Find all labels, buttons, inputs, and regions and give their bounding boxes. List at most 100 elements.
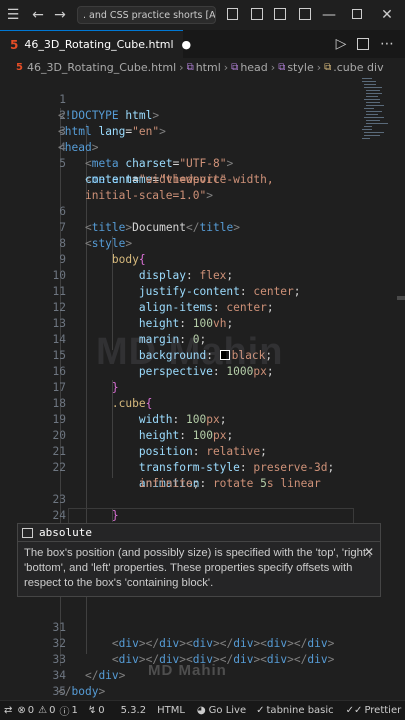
language-mode[interactable]: HTML xyxy=(157,705,185,716)
tabnine-status[interactable]: tabnine basic xyxy=(267,705,334,716)
toggle-secondary-sidebar-icon[interactable] xyxy=(274,8,286,20)
code-line: 22 animation: rotate 5s linear xyxy=(0,444,321,490)
breadcrumb-html[interactable]: html xyxy=(196,61,221,74)
code-text: display: flex; xyxy=(138,269,234,282)
code-line: initial-scale=1.0"> xyxy=(0,172,213,202)
code-line: 2 <html lang="en"> xyxy=(0,92,166,138)
code-line: 10 justify-content: center; xyxy=(0,252,301,298)
suggestion-item[interactable]: absolute xyxy=(17,523,381,541)
line-number: 35 xyxy=(52,685,66,698)
code-text: transform-style: preserve-3d; xyxy=(138,461,335,474)
prettier-status[interactable]: Prettier xyxy=(364,705,401,716)
code-line: content="width=device-width, xyxy=(0,156,274,186)
suggestion-details: The box's position (and possibly size) i… xyxy=(17,541,381,597)
code-text: body{ xyxy=(111,253,146,266)
code-text: height: 100px; xyxy=(138,429,234,442)
code-line: 32 <div></div><div></div><div></div> xyxy=(0,620,335,666)
code-text: <title>Document</title> xyxy=(84,221,240,234)
info-count[interactable]: 1 xyxy=(72,705,78,716)
tab-label: 46_3D_Rotating_Cube.html xyxy=(24,38,174,51)
breadcrumb-cube-div[interactable]: .cube div xyxy=(333,61,383,74)
property-value-icon xyxy=(22,527,33,538)
status-bar: ⇄ ⊗ 0 ⚠ 0 ⓘ 1 ↯ 0 5.3.2 HTML ◕ Go Live ✓… xyxy=(0,700,405,720)
menu-icon[interactable]: ☰ xyxy=(6,0,20,30)
code-line: 19 height: 100px; xyxy=(0,396,234,442)
element-icon: ⧉ xyxy=(231,61,239,73)
ports-count[interactable]: 0 xyxy=(98,705,104,716)
back-arrow-icon[interactable]: ← xyxy=(30,0,46,30)
code-line: 16 } xyxy=(0,348,119,394)
code-line: 23 } xyxy=(0,476,119,522)
chevron-right-icon: › xyxy=(316,60,322,74)
prettier-icon[interactable]: ✓✓ xyxy=(346,705,363,716)
html5-icon: 5 xyxy=(10,37,19,52)
code-text: position: relative; xyxy=(138,445,267,458)
tab-46-3d-rotating-cube[interactable]: 5 46_3D_Rotating_Cube.html ● xyxy=(0,30,191,58)
code-line: 21 transform-style: preserve-3d; xyxy=(0,428,335,474)
more-actions-icon[interactable]: ⋯ xyxy=(380,30,394,58)
code-line: 4 <meta charset="UTF-8"> xyxy=(0,124,233,170)
minimize-icon[interactable]: — xyxy=(322,0,336,30)
close-window-icon[interactable]: ✕ xyxy=(380,0,394,30)
toggle-sidebar-icon[interactable] xyxy=(251,8,263,20)
code-text: } xyxy=(111,381,119,394)
code-line: 5 <meta name="viewport" xyxy=(0,140,226,186)
code-line: 20 position: relative; xyxy=(0,412,267,458)
close-icon[interactable]: ✕ xyxy=(364,545,374,560)
code-text: infinite; xyxy=(138,477,200,490)
maximize-icon[interactable] xyxy=(352,9,362,19)
title-bar: ☰ ← → . and CSS practice shorts [Adm — ✕ xyxy=(0,0,405,30)
forward-arrow-icon[interactable]: → xyxy=(52,0,68,30)
code-line: 3 <head> xyxy=(0,108,98,154)
code-line: 6 <title>Document</title> xyxy=(0,188,240,234)
code-text: </div> xyxy=(84,669,126,682)
info-icon[interactable]: ⓘ xyxy=(60,703,70,718)
code-line: 25 position: absolut; xyxy=(0,508,261,554)
code-text: <html lang="en"> xyxy=(58,125,166,138)
code-line: 33 </div> xyxy=(0,636,126,682)
code-line: 13 margin: 0; xyxy=(0,300,207,346)
toggle-panel-icon[interactable] xyxy=(227,8,238,20)
breadcrumb-file[interactable]: 46_3D_Rotating_Cube.html xyxy=(27,61,176,74)
version-label[interactable]: 5.3.2 xyxy=(121,705,146,716)
ports-icon[interactable]: ↯ xyxy=(88,705,96,716)
code-text: content="width=device-width, xyxy=(84,173,274,186)
code-line: 12 height: 100vh; xyxy=(0,284,234,330)
suggestion-label: absolute xyxy=(39,526,92,539)
unsaved-dot-icon[interactable]: ● xyxy=(182,38,192,51)
code-text: initial-scale=1.0"> xyxy=(84,189,213,202)
go-live-button[interactable]: Go Live xyxy=(209,705,246,716)
watermark-large: MD Mahin xyxy=(96,331,284,373)
selector-icon: ⧉ xyxy=(324,61,332,73)
breadcrumb-style[interactable]: style xyxy=(287,61,313,74)
tabnine-icon[interactable]: ✓ xyxy=(256,705,264,716)
code-line: 14 background: black; xyxy=(0,316,273,362)
code-editor[interactable]: 1 <!DOCTYPE html> 2 <html lang="en"> 3 <… xyxy=(0,76,405,700)
split-editor-icon[interactable] xyxy=(357,38,369,50)
code-text: <style> xyxy=(84,237,133,250)
code-text: width: 100px; xyxy=(138,413,227,426)
remote-icon[interactable]: ⇄ xyxy=(4,705,12,716)
code-text: justify-content: center; xyxy=(138,285,301,298)
warnings-count[interactable]: 0 xyxy=(49,705,55,716)
html5-icon: 5 xyxy=(16,61,23,73)
code-text: <div></div><div></div><div></div> xyxy=(111,637,335,650)
run-icon[interactable]: ▷ xyxy=(334,30,348,58)
go-live-icon[interactable]: ◕ xyxy=(197,705,206,716)
code-text: .cube{ xyxy=(111,397,153,410)
warnings-icon[interactable]: ⚠ xyxy=(38,705,47,716)
editor-tab-bar: 5 46_3D_Rotating_Cube.html ● ▷ ⋯ xyxy=(0,30,405,59)
code-line: 1 <!DOCTYPE html> xyxy=(0,76,159,122)
errors-icon[interactable]: ⊗ xyxy=(17,705,25,716)
customize-layout-icon[interactable] xyxy=(299,8,311,20)
code-line: 31 <div></div><div></div><div></div> xyxy=(0,604,335,650)
errors-count[interactable]: 0 xyxy=(28,705,34,716)
element-icon: ⧉ xyxy=(278,61,286,73)
code-text: <!DOCTYPE html> xyxy=(58,109,160,122)
code-line: 7 <style> xyxy=(0,204,132,250)
command-center-search[interactable]: . and CSS practice shorts [Adm xyxy=(77,6,216,24)
breadcrumb-head[interactable]: head xyxy=(240,61,267,74)
code-line: 17 .cube{ xyxy=(0,364,153,410)
code-line: 18 width: 100px; xyxy=(0,380,227,426)
chevron-right-icon: › xyxy=(223,60,229,74)
